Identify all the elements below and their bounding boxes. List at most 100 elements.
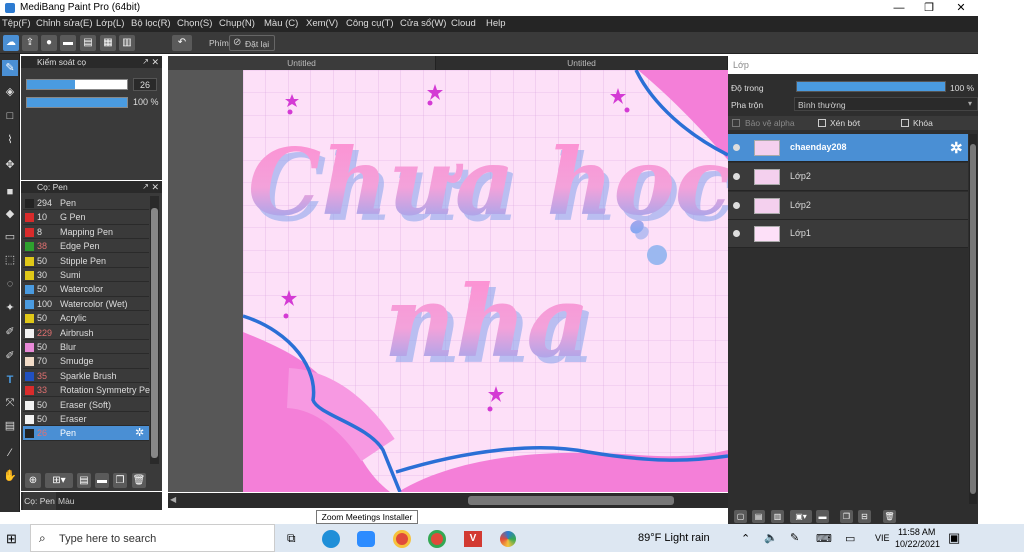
menu-edit[interactable]: Chỉnh sửa(E) — [36, 18, 93, 29]
chrome-icon[interactable] — [393, 530, 411, 548]
weather[interactable]: 89°F Light rain — [638, 532, 710, 544]
brush-scrollbar[interactable] — [150, 196, 159, 464]
new-layer-1bit-icon[interactable]: ▥ — [771, 510, 784, 523]
rect-select-icon[interactable]: □ — [2, 108, 18, 124]
layer-row[interactable]: Lớp2 — [728, 192, 968, 220]
canvas[interactable]: Chưa học Chưa học nha nha — [168, 70, 728, 492]
gear-icon[interactable]: ✲ — [950, 139, 963, 157]
clock-time[interactable]: 11:58 AM — [898, 527, 935, 537]
text-tool-icon[interactable]: T — [2, 372, 18, 388]
page-icon[interactable]: ▤ — [80, 35, 96, 51]
visibility-icon[interactable] — [733, 202, 740, 209]
delete-icon[interactable]: 🗑 — [132, 473, 146, 488]
move-icon[interactable]: ✥ — [2, 157, 18, 173]
menu-filter[interactable]: Bộ lọc(R) — [131, 18, 171, 29]
merge-layer-icon[interactable]: ⊟ — [858, 510, 871, 523]
search-box[interactable]: ⌕ Type here to search — [30, 524, 275, 552]
undock-icon[interactable]: ↗ — [142, 181, 149, 193]
brush-item[interactable]: 30 Sumi — [23, 268, 149, 283]
cloud-icon[interactable]: ☁ — [3, 35, 19, 51]
doc-tab-2[interactable]: Untitled — [436, 56, 728, 70]
notification-icon[interactable]: ▣ — [948, 530, 960, 546]
layer-opacity-slider[interactable] — [796, 81, 946, 92]
menu-view[interactable]: Xem(V) — [306, 18, 338, 29]
select-pen-icon[interactable]: ✐ — [2, 324, 18, 340]
pen-tool-icon[interactable]: ✎ — [2, 60, 18, 76]
bucket-icon[interactable]: ◆ — [2, 206, 18, 222]
grid-icon[interactable]: ▦ — [100, 35, 116, 51]
pen-icon[interactable]: ✎ — [790, 531, 799, 544]
brush-item[interactable]: 10 G Pen — [23, 210, 149, 225]
panel-icon[interactable]: ▥ — [119, 35, 135, 51]
brush-item[interactable]: 50 Eraser — [23, 412, 149, 427]
chevron-up-icon[interactable]: ⌃ — [741, 532, 750, 545]
folder-icon[interactable]: ▬ — [816, 510, 829, 523]
visibility-icon[interactable] — [733, 173, 740, 180]
new-layer-8bit-icon[interactable]: ▤ — [752, 510, 765, 523]
speech-bubble-icon[interactable]: ● — [41, 35, 57, 51]
comment-icon[interactable]: ▬ — [60, 35, 76, 51]
menu-select[interactable]: Chọn(S) — [177, 18, 212, 29]
blend-select[interactable]: Bình thường ▾ — [794, 97, 978, 111]
brush-item[interactable]: 26 Pen ✲ — [23, 426, 149, 441]
menu-cloud[interactable]: Cloud — [451, 18, 476, 29]
layer-scrollbar[interactable] — [969, 134, 977, 504]
gear-icon[interactable]: ✲ — [135, 426, 144, 440]
eraser-icon[interactable]: ◈ — [2, 84, 18, 100]
medibang-icon[interactable] — [500, 531, 516, 547]
add-brush-icon[interactable]: ⊕ — [25, 473, 41, 488]
brush-item[interactable]: 100 Watercolor (Wet) — [23, 297, 149, 312]
chrome-icon[interactable] — [428, 530, 446, 548]
reset-button[interactable]: ⊘ Đặt lại — [229, 35, 275, 51]
brush-item[interactable]: 229 Airbrush — [23, 326, 149, 340]
menu-file[interactable]: Tệp(F) — [2, 18, 31, 29]
lasso-icon[interactable]: ◌ — [2, 276, 18, 292]
layer-row[interactable]: Lớp1 — [728, 220, 968, 248]
scroll-thumb[interactable] — [468, 496, 674, 505]
opacity-slider[interactable] — [26, 97, 128, 108]
clock-date[interactable]: 10/22/2021 — [895, 539, 940, 549]
fill-rect-icon[interactable]: ■ — [2, 184, 18, 200]
volume-icon[interactable]: 🔈 — [764, 531, 778, 544]
menu-tools[interactable]: Công cụ(T) — [346, 18, 394, 29]
keyboard-icon[interactable]: ⌨ — [816, 532, 832, 545]
folder-icon[interactable]: ▬ — [95, 473, 109, 488]
doc-tab-1[interactable]: Untitled — [168, 56, 436, 70]
operation-icon[interactable]: ⤧ — [2, 395, 18, 411]
export-icon[interactable]: ⇪ — [22, 35, 38, 51]
undock-icon[interactable]: ↗ — [142, 56, 149, 68]
undo-icon[interactable]: ↶ — [172, 35, 192, 51]
brush-item[interactable]: 38 Edge Pen — [23, 239, 149, 254]
tab-color[interactable]: Màu — [58, 496, 75, 506]
size-slider[interactable] — [26, 79, 128, 90]
layer-row[interactable]: Lớp2 — [728, 163, 968, 191]
brush-item[interactable]: 33 Rotation Symmetry Pen — [23, 383, 150, 398]
close-icon[interactable]: ✕ — [151, 181, 159, 193]
task-view-icon[interactable]: ⧉ — [287, 531, 296, 546]
brush-item[interactable]: 50 Acrylic — [23, 311, 149, 326]
scroll-thumb[interactable] — [151, 208, 158, 458]
lock-checkbox[interactable] — [901, 119, 909, 127]
scroll-left-icon[interactable]: ◀ — [170, 495, 176, 504]
language-indicator[interactable]: VIE — [875, 533, 890, 543]
restore-button[interactable]: ❐ — [914, 0, 944, 16]
eyedropper-icon[interactable]: ⁄ — [2, 445, 18, 461]
tab-brush[interactable]: Cọ: Pen — [23, 492, 56, 510]
protect-alpha-checkbox[interactable] — [732, 119, 740, 127]
visibility-icon[interactable] — [733, 144, 740, 151]
menu-window[interactable]: Cửa sổ(W) — [400, 18, 446, 29]
minimize-button[interactable]: — — [884, 0, 914, 16]
brush-item[interactable]: 50 Watercolor — [23, 282, 149, 297]
canvas-area[interactable]: Chưa học Chưa học nha nha — [168, 70, 728, 492]
visibility-icon[interactable] — [733, 230, 740, 237]
close-button[interactable]: ✕ — [946, 0, 976, 16]
add-brush-menu-icon[interactable]: ⊞▾ — [45, 473, 73, 488]
copy-brush-icon[interactable]: ▤ — [77, 473, 91, 488]
new-layer-icon[interactable]: ▢ — [734, 510, 747, 523]
gradient-icon[interactable]: ▭ — [2, 229, 18, 245]
menu-capture[interactable]: Chụp(N) — [219, 18, 255, 29]
magic-wand-icon[interactable]: ✦ — [2, 300, 18, 316]
delete-layer-icon[interactable]: 🗑 — [883, 510, 896, 523]
menu-color[interactable]: Màu (C) — [264, 18, 298, 29]
clipping-checkbox[interactable] — [818, 119, 826, 127]
